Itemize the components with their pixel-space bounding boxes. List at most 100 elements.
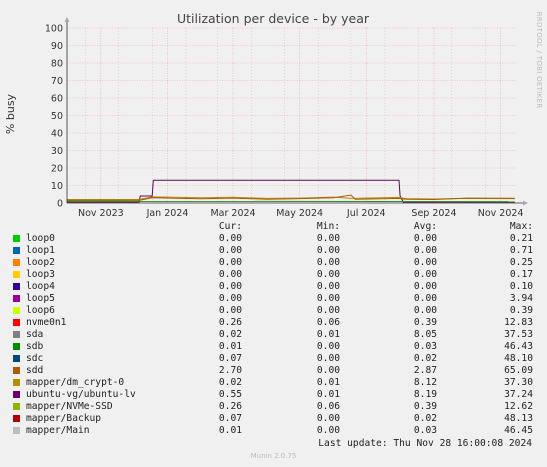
legend-row: sdb 0.01 0.00 0.03 46.43	[0, 341, 547, 353]
legend-row: loop4 0.00 0.00 0.00 0.10	[0, 281, 547, 293]
legend-max-value: 0.39	[509, 305, 533, 316]
legend-row: loop0 0.00 0.00 0.00 0.21	[0, 233, 547, 245]
legend-row: loop2 0.00 0.00 0.00 0.25	[0, 257, 547, 269]
y-tick-label: 80	[51, 59, 63, 70]
legend-min-value: 0.01	[316, 329, 340, 340]
legend-avg-value: 0.02	[413, 413, 437, 424]
legend-cur-value: 0.01	[218, 425, 242, 436]
x-tick-label: Mar 2024	[210, 208, 255, 219]
y-tick-label: 90	[51, 41, 63, 52]
legend-swatch	[13, 331, 20, 338]
legend-min-value: 0.00	[316, 353, 340, 364]
legend-avg-value: 0.00	[413, 233, 437, 244]
x-tick-label: Nov 2023	[78, 208, 124, 219]
legend-name: loop0	[26, 233, 55, 244]
legend-avg-value: 8.05	[413, 329, 437, 340]
legend-name: sdd	[26, 365, 44, 376]
legend-name: mapper/NVMe-SSD	[26, 401, 113, 412]
x-tick-label: Nov 2024	[478, 208, 524, 219]
legend-max-value: 0.10	[509, 281, 533, 292]
legend-max-value: 0.25	[509, 257, 533, 268]
y-tick-label: 40	[51, 129, 63, 140]
legend-min-value: 0.00	[316, 269, 340, 280]
grid	[67, 27, 517, 203]
legend-swatch	[13, 271, 20, 278]
legend-cur-value: 0.00	[218, 281, 242, 292]
legend-max-value: 37.24	[504, 389, 533, 400]
y-tick-label: 10	[51, 181, 63, 192]
y-tick-label: 100	[45, 24, 63, 35]
legend-row: mapper/NVMe-SSD 0.26 0.06 0.39 12.62	[0, 401, 547, 413]
legend-avg-value: 8.12	[413, 377, 437, 388]
legend-row: sda 0.02 0.01 8.05 37.53	[0, 329, 547, 341]
legend-header: Cur: Min: Avg: Max:	[0, 221, 547, 233]
legend-min-value: 0.00	[316, 233, 340, 244]
legend-avg-value: 0.00	[413, 281, 437, 292]
legend-cur-value: 0.07	[218, 353, 242, 364]
legend-min-value: 0.00	[316, 341, 340, 352]
x-tick-label: May 2024	[276, 208, 323, 219]
footer-version: Munin 2.0.75	[250, 452, 297, 460]
legend-name: ubuntu-vg/ubuntu-lv	[26, 389, 136, 400]
x-axis-arrow	[523, 200, 528, 206]
legend-cur-value: 0.07	[218, 413, 242, 424]
legend-row: mapper/Main 0.01 0.00 0.03 46.45	[0, 425, 547, 437]
legend-name: loop4	[26, 281, 55, 292]
legend-cur-value: 0.26	[218, 317, 242, 328]
legend-swatch	[13, 295, 20, 302]
legend-max-value: 48.10	[504, 353, 533, 364]
legend-avg-value: 0.03	[413, 341, 437, 352]
axes	[64, 17, 528, 206]
x-tick-label: Jan 2024	[146, 208, 189, 219]
legend-max-value: 46.45	[504, 425, 533, 436]
legend-name: loop2	[26, 257, 55, 268]
legend-swatch	[13, 307, 20, 314]
legend-cur-value: 0.00	[218, 245, 242, 256]
y-axis-label: % busy	[4, 93, 17, 134]
legend-cur-value: 2.70	[218, 365, 242, 376]
y-tick-label: 20	[51, 164, 63, 175]
legend-name: loop1	[26, 245, 55, 256]
side-watermark: RRDTOOL / TOBI OETIKER	[535, 12, 543, 109]
legend-row: sdd 2.70 0.00 2.87 65.09	[0, 365, 547, 377]
y-tick-label: 70	[51, 76, 63, 87]
legend-max-value: 0.21	[509, 233, 533, 244]
legend-avg-value: 0.00	[413, 305, 437, 316]
header-min: Min:	[316, 221, 340, 232]
legend-avg-value: 0.39	[413, 401, 437, 412]
legend-name: loop3	[26, 269, 55, 280]
legend-swatch	[13, 319, 20, 326]
legend-avg-value: 0.00	[413, 257, 437, 268]
y-tick-label: 0	[57, 199, 63, 210]
legend-swatch	[13, 415, 20, 422]
legend-cur-value: 0.00	[218, 293, 242, 304]
legend-cur-value: 0.26	[218, 401, 242, 412]
header-avg: Avg:	[413, 221, 437, 232]
legend-min-value: 0.00	[316, 425, 340, 436]
legend-cur-value: 0.00	[218, 233, 242, 244]
legend-min-value: 0.06	[316, 317, 340, 328]
legend-max-value: 37.53	[504, 329, 533, 340]
legend-name: loop6	[26, 305, 55, 316]
legend-max-value: 12.62	[504, 401, 533, 412]
legend-min-value: 0.00	[316, 413, 340, 424]
legend-row: loop6 0.00 0.00 0.00 0.39	[0, 305, 547, 317]
legend-name: mapper/Main	[26, 425, 90, 436]
legend-swatch	[13, 247, 20, 254]
legend-row: sdc 0.07 0.00 0.02 48.10	[0, 353, 547, 365]
legend-name: sdb	[26, 341, 44, 352]
legend-max-value: 12.83	[504, 317, 533, 328]
legend-min-value: 0.00	[316, 293, 340, 304]
series-lines	[66, 179, 515, 203]
legend-cur-value: 0.02	[218, 377, 242, 388]
y-ticks: 0 10 20 30 40 50 60 70 80 90 100	[45, 24, 63, 210]
legend-cur-value: 0.02	[218, 329, 242, 340]
legend-min-value: 0.06	[316, 401, 340, 412]
chart-title: Utilization per device - by year	[177, 11, 370, 26]
legend: Cur: Min: Avg: Max: loop0 0.00 0.00 0.00 0.2…	[0, 221, 547, 437]
x-ticks: Nov 2023 Jan 2024 Mar 2024 May 2024 Jul 2024…	[78, 208, 524, 219]
legend-avg-value: 0.39	[413, 317, 437, 328]
legend-row: mapper/dm_crypt-0 0.02 0.01 8.12 37.30	[0, 377, 547, 389]
legend-swatch	[13, 235, 20, 242]
legend-row: loop1 0.00 0.00 0.00 0.71	[0, 245, 547, 257]
